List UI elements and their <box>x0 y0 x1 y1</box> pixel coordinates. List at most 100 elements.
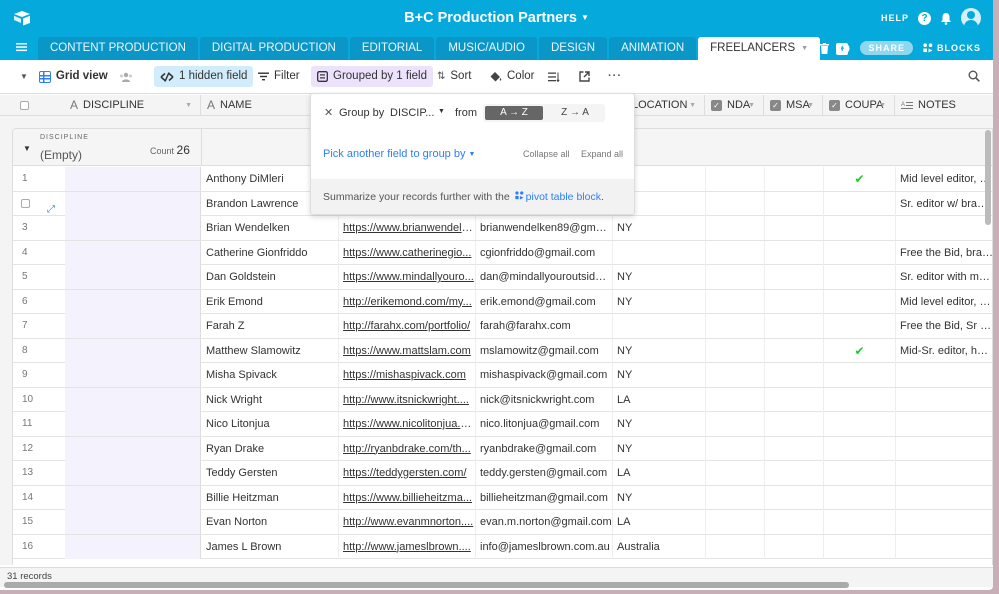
cell-discipline[interactable] <box>65 216 201 240</box>
cell-website[interactable]: https://www.mindallyouro... <box>339 265 476 289</box>
cell-coupa[interactable] <box>824 216 896 240</box>
cell-notes[interactable] <box>896 412 992 436</box>
table-row[interactable]: 8 Matthew Slamowitz https://www.mattslam.c… <box>13 338 992 363</box>
cell-nda[interactable] <box>706 289 765 314</box>
cell-name[interactable]: Ryan Drake <box>202 436 339 461</box>
cell-notes[interactable] <box>896 510 992 534</box>
cell-msa[interactable] <box>765 485 824 510</box>
share-button[interactable]: SHARE <box>860 41 913 55</box>
cell-location[interactable]: Australia <box>613 534 706 559</box>
cell-discipline[interactable] <box>65 167 201 191</box>
hamburger-menu-icon[interactable] <box>16 42 27 52</box>
table-row[interactable]: 16 James L Brown http://www.jameslbrown...… <box>13 534 992 559</box>
cell-notes[interactable]: Free the Bid, brande <box>896 241 992 265</box>
cell-msa[interactable] <box>765 510 824 534</box>
filter-button[interactable]: Filter <box>252 66 306 87</box>
cell-name[interactable]: Billie Heitzman <box>202 485 339 510</box>
cell-website[interactable]: https://www.nicolitonjua.c... <box>339 412 476 436</box>
cell-notes[interactable]: Sr. editor with motio <box>896 265 992 289</box>
tab-animation[interactable]: ANIMATION <box>609 37 697 60</box>
view-switcher[interactable]: ▼ Grid view <box>14 66 139 87</box>
cell-coupa[interactable] <box>824 289 896 314</box>
cell-name[interactable]: Catherine Gionfriddo <box>202 240 339 265</box>
chevron-down-icon[interactable]: ▼ <box>689 95 696 116</box>
row-checkbox[interactable] <box>21 198 30 208</box>
cell-coupa[interactable] <box>824 387 896 412</box>
cell-name[interactable]: Farah Z <box>202 314 339 338</box>
cell-location[interactable]: NY <box>613 338 706 363</box>
cell-website[interactable]: http://ryanbdrake.com/th... <box>339 436 476 461</box>
cell-coupa[interactable] <box>824 240 896 265</box>
cell-email[interactable]: evan.m.norton@gmail.com <box>476 510 613 534</box>
help-icon[interactable]: ? <box>918 11 931 25</box>
cell-coupa[interactable]: ✔ <box>824 338 896 363</box>
chevron-down-icon[interactable]: ▼ <box>879 95 886 116</box>
cell-location[interactable]: LA <box>613 461 706 485</box>
cell-email[interactable]: info@jameslbrown.com.au <box>476 534 613 559</box>
cell-nda[interactable] <box>706 412 765 436</box>
cell-msa[interactable] <box>765 363 824 387</box>
cell-msa[interactable] <box>765 412 824 436</box>
cell-msa[interactable] <box>765 314 824 338</box>
collapse-group-icon[interactable]: ▼ <box>23 144 31 153</box>
table-row[interactable]: 11 Nico Litonjua https://www.nicolitonjua.… <box>13 412 992 437</box>
cell-website[interactable]: http://www.jameslbrown.... <box>339 534 476 559</box>
cell-nda[interactable] <box>706 363 765 387</box>
cell-website[interactable]: http://www.itsnickwright.... <box>339 387 476 412</box>
cell-discipline[interactable] <box>65 363 201 387</box>
cell-name[interactable]: James L Brown <box>202 534 339 559</box>
cell-email[interactable]: ryanbdrake@gmail.com <box>476 436 613 461</box>
table-row[interactable]: 3 Brian Wendelken https://www.brianwendelk… <box>13 216 992 241</box>
chevron-down-icon[interactable]: ▼ <box>438 108 445 115</box>
cell-discipline[interactable] <box>65 240 201 265</box>
select-all-checkbox[interactable] <box>20 101 29 110</box>
cell-coupa[interactable] <box>824 412 896 436</box>
cell-notes[interactable]: Free the Bid, Sr edito <box>896 314 992 338</box>
cell-email[interactable]: mishaspivack@gmail.com <box>476 363 613 387</box>
sort-asc-button[interactable]: A → Z <box>485 106 543 120</box>
cell-coupa[interactable] <box>824 461 896 485</box>
cell-msa[interactable] <box>765 436 824 461</box>
cell-email[interactable]: nick@itsnickwright.com <box>476 387 613 412</box>
remove-group-icon[interactable]: ✕ <box>324 106 333 119</box>
cell-location[interactable]: NY <box>613 363 706 387</box>
column-header-discipline[interactable]: A DISCIPLINE ▼ <box>64 95 201 116</box>
cell-notes[interactable] <box>896 535 992 559</box>
cell-msa[interactable] <box>765 338 824 363</box>
cell-location[interactable]: LA <box>613 510 706 534</box>
collapse-all-button[interactable]: Collapse all <box>523 149 570 159</box>
table-row[interactable]: 4 Catherine Gionfriddo https://www.catheri… <box>13 240 992 265</box>
cell-website[interactable]: http://erikemond.com/my... <box>339 289 476 314</box>
cell-name[interactable]: Brian Wendelken <box>202 216 339 240</box>
table-row[interactable]: 7 Farah Zhttp://farahx.com/portfolio/fara… <box>13 314 992 339</box>
table-row[interactable]: 14 Billie Heitzman https://www.billieheitz… <box>13 485 992 510</box>
cell-website[interactable]: https://www.brianwendelk... <box>339 216 476 240</box>
cell-msa[interactable] <box>765 534 824 559</box>
vertical-scrollbar[interactable] <box>985 130 991 225</box>
tab-content-production[interactable]: CONTENT PRODUCTION <box>38 37 198 60</box>
cell-nda[interactable] <box>706 216 765 240</box>
cell-discipline[interactable] <box>65 412 201 436</box>
cell-notes[interactable]: Mid level editor, basi <box>896 290 992 314</box>
cell-name[interactable]: Nico Litonjua <box>202 412 339 436</box>
chevron-down-icon[interactable]: ▼ <box>185 95 192 116</box>
cell-location[interactable]: NY <box>613 216 706 240</box>
cell-msa[interactable] <box>765 216 824 240</box>
cell-name[interactable]: Evan Norton <box>202 510 339 534</box>
cell-coupa[interactable] <box>824 265 896 289</box>
chevron-down-icon[interactable]: ▼ <box>748 95 755 116</box>
cell-name[interactable]: Dan Goldstein <box>202 265 339 289</box>
cell-location[interactable] <box>613 240 706 265</box>
horizontal-scrollbar[interactable] <box>4 582 849 588</box>
column-header-notes[interactable]: A NOTES <box>895 95 993 116</box>
table-row[interactable]: 12 Ryan Drake http://ryanbdrake.com/th... r… <box>13 436 992 461</box>
cell-nda[interactable] <box>706 265 765 289</box>
help-link[interactable]: HELP <box>881 13 909 23</box>
cell-name[interactable]: Nick Wright <box>202 387 339 412</box>
cell-location[interactable]: NY <box>613 265 706 289</box>
cell-nda[interactable] <box>706 534 765 559</box>
cell-name[interactable]: Teddy Gersten <box>202 461 339 485</box>
cell-discipline[interactable] <box>65 314 201 338</box>
group-button[interactable]: Grouped by 1 field <box>311 66 433 87</box>
notification-bell-icon[interactable] <box>940 12 952 25</box>
